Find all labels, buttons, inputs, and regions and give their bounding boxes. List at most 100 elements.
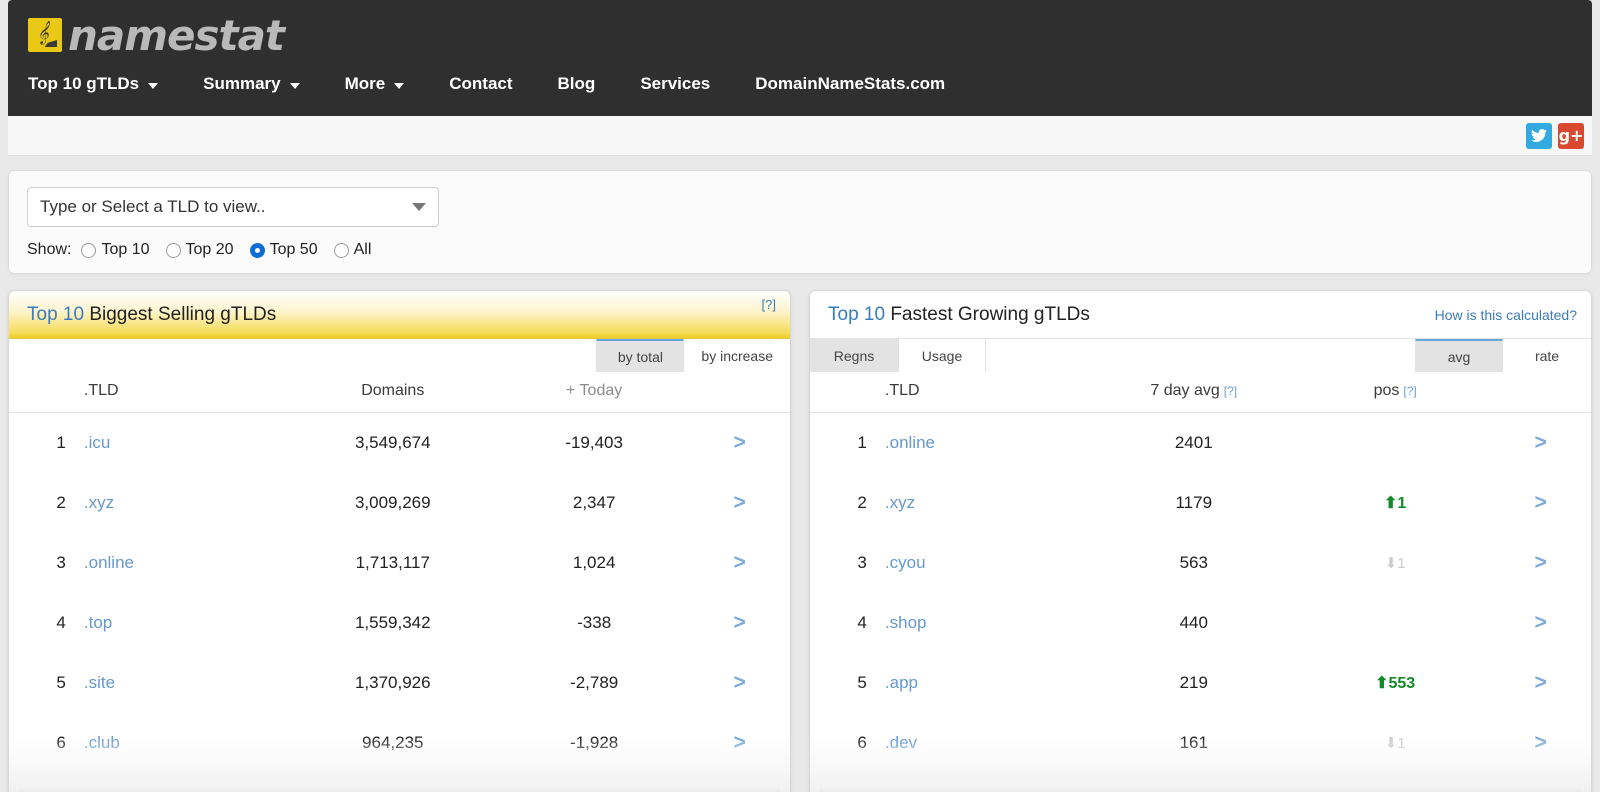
tld-link[interactable]: .app bbox=[885, 673, 918, 692]
row-tld[interactable]: .online bbox=[74, 533, 287, 593]
radio-option-top-20[interactable]: Top 20 bbox=[166, 241, 234, 259]
col-avg-header: 7 day avg[?] bbox=[1087, 372, 1300, 413]
tab-avg[interactable]: avg bbox=[1415, 339, 1503, 372]
table-row[interactable]: 3.cyou563⬇1> bbox=[810, 533, 1591, 593]
table-row[interactable]: 2.xyz1179⬆1> bbox=[810, 473, 1591, 533]
tld-link[interactable]: .xyz bbox=[885, 493, 915, 512]
radio-button[interactable] bbox=[250, 243, 265, 258]
table-row[interactable]: 6.club964,235-1,928> bbox=[9, 713, 790, 773]
left-title-rest: Biggest Selling gTLDs bbox=[89, 304, 276, 325]
tld-link[interactable]: .site bbox=[84, 673, 115, 692]
row-tld[interactable]: .app bbox=[875, 653, 1088, 713]
table-row[interactable]: 7.vip932,336-55> bbox=[9, 773, 790, 792]
row-go[interactable]: > bbox=[689, 713, 790, 773]
radio-button[interactable] bbox=[166, 243, 181, 258]
tld-link[interactable]: .top bbox=[84, 613, 112, 632]
row-go[interactable]: > bbox=[689, 593, 790, 653]
radio-button[interactable] bbox=[81, 243, 96, 258]
chevron-right-icon[interactable]: > bbox=[733, 431, 745, 454]
row-go[interactable]: > bbox=[689, 533, 790, 593]
google-plus-icon[interactable]: g+ bbox=[1558, 123, 1584, 149]
tab-by-increase[interactable]: by increase bbox=[684, 339, 790, 372]
chevron-right-icon[interactable]: > bbox=[1534, 731, 1546, 754]
row-go[interactable]: > bbox=[1490, 593, 1591, 653]
logo[interactable]: 𝄞 namestat bbox=[28, 0, 1592, 62]
tab-rate[interactable]: rate bbox=[1503, 339, 1591, 372]
nav-item-contact[interactable]: Contact bbox=[449, 74, 535, 94]
tld-link[interactable]: .xyz bbox=[84, 493, 114, 512]
chevron-right-icon[interactable]: > bbox=[733, 671, 745, 694]
table-row[interactable]: 5.app219⬆553> bbox=[810, 653, 1591, 713]
row-tld[interactable]: .site bbox=[74, 653, 287, 713]
page-title: Top 10 Biggest Selling gTLDs bbox=[27, 304, 276, 326]
table-row[interactable]: 1.icu3,549,674-19,403> bbox=[9, 413, 790, 474]
row-tld[interactable]: .cyou bbox=[875, 533, 1088, 593]
left-help-link[interactable]: [?] bbox=[762, 297, 776, 312]
tab-usage[interactable]: Usage bbox=[898, 339, 986, 372]
row-go[interactable]: > bbox=[1490, 533, 1591, 593]
row-tld[interactable]: .xyz bbox=[875, 473, 1088, 533]
chevron-right-icon[interactable]: > bbox=[733, 551, 745, 574]
row-tld[interactable]: .club bbox=[74, 713, 287, 773]
nav-item-services[interactable]: Services bbox=[640, 74, 733, 94]
row-tld[interactable]: .shop bbox=[875, 593, 1088, 653]
pos-help-icon[interactable]: [?] bbox=[1403, 384, 1416, 398]
twitter-icon[interactable] bbox=[1526, 123, 1552, 149]
row-go[interactable]: > bbox=[1490, 473, 1591, 533]
table-row[interactable]: 7.best153⬆303> bbox=[810, 773, 1591, 792]
chevron-right-icon[interactable]: > bbox=[1534, 611, 1546, 634]
row-go[interactable]: > bbox=[689, 653, 790, 713]
chevron-right-icon[interactable]: > bbox=[733, 491, 745, 514]
row-tld[interactable]: .dev bbox=[875, 713, 1088, 773]
nav-item-label: Blog bbox=[558, 74, 596, 94]
chevron-right-icon[interactable]: > bbox=[1534, 431, 1546, 454]
table-row[interactable]: 2.xyz3,009,2692,347> bbox=[9, 473, 790, 533]
row-tld[interactable]: .online bbox=[875, 413, 1088, 474]
avg-help-icon[interactable]: [?] bbox=[1224, 384, 1237, 398]
row-tld[interactable]: .best bbox=[875, 773, 1088, 792]
how-calculated-link[interactable]: How is this calculated? bbox=[1435, 307, 1577, 323]
tab-by-total[interactable]: by total bbox=[596, 339, 684, 372]
chevron-right-icon[interactable]: > bbox=[1534, 671, 1546, 694]
tld-link[interactable]: .dev bbox=[885, 733, 917, 752]
tld-link[interactable]: .club bbox=[84, 733, 120, 752]
nav-item-summary[interactable]: Summary bbox=[203, 74, 322, 94]
radio-option-top-50[interactable]: Top 50 bbox=[250, 241, 318, 259]
chevron-right-icon[interactable]: > bbox=[733, 731, 745, 754]
tld-select[interactable]: Type or Select a TLD to view.. bbox=[27, 187, 439, 227]
radio-option-all[interactable]: All bbox=[334, 241, 372, 259]
tld-link[interactable]: .online bbox=[84, 553, 134, 572]
radio-option-top-10[interactable]: Top 10 bbox=[81, 241, 149, 259]
nav-item-top-10-gtlds[interactable]: Top 10 gTLDs bbox=[28, 74, 181, 94]
tld-link[interactable]: .online bbox=[885, 433, 935, 452]
nav-item-domainnamestats-com[interactable]: DomainNameStats.com bbox=[755, 74, 968, 94]
row-go[interactable]: > bbox=[1490, 653, 1591, 713]
nav-item-blog[interactable]: Blog bbox=[558, 74, 619, 94]
row-tld[interactable]: .vip bbox=[74, 773, 287, 792]
tld-link[interactable]: .shop bbox=[885, 613, 927, 632]
nav-item-more[interactable]: More bbox=[345, 74, 428, 94]
table-row[interactable]: 6.dev161⬇1> bbox=[810, 713, 1591, 773]
chevron-right-icon[interactable]: > bbox=[1534, 551, 1546, 574]
tld-link[interactable]: .cyou bbox=[885, 553, 926, 572]
table-row[interactable]: 5.site1,370,926-2,789> bbox=[9, 653, 790, 713]
chevron-right-icon[interactable]: > bbox=[1534, 491, 1546, 514]
tab-regns[interactable]: Regns bbox=[810, 339, 898, 372]
row-tld[interactable]: .xyz bbox=[74, 473, 287, 533]
row-go[interactable]: > bbox=[1490, 413, 1591, 474]
chevron-right-icon[interactable]: > bbox=[733, 611, 745, 634]
row-tld[interactable]: .top bbox=[74, 593, 287, 653]
row-go[interactable]: > bbox=[1490, 773, 1591, 792]
tld-link[interactable]: .icu bbox=[84, 433, 110, 452]
row-go[interactable]: > bbox=[689, 773, 790, 792]
radio-button[interactable] bbox=[334, 243, 349, 258]
row-tld[interactable]: .icu bbox=[74, 413, 287, 474]
row-go[interactable]: > bbox=[689, 473, 790, 533]
google-plus-label: g+ bbox=[1559, 126, 1584, 145]
table-row[interactable]: 4.top1,559,342-338> bbox=[9, 593, 790, 653]
table-row[interactable]: 4.shop440> bbox=[810, 593, 1591, 653]
table-row[interactable]: 1.online2401> bbox=[810, 413, 1591, 474]
row-go[interactable]: > bbox=[689, 413, 790, 474]
row-go[interactable]: > bbox=[1490, 713, 1591, 773]
table-row[interactable]: 3.online1,713,1171,024> bbox=[9, 533, 790, 593]
